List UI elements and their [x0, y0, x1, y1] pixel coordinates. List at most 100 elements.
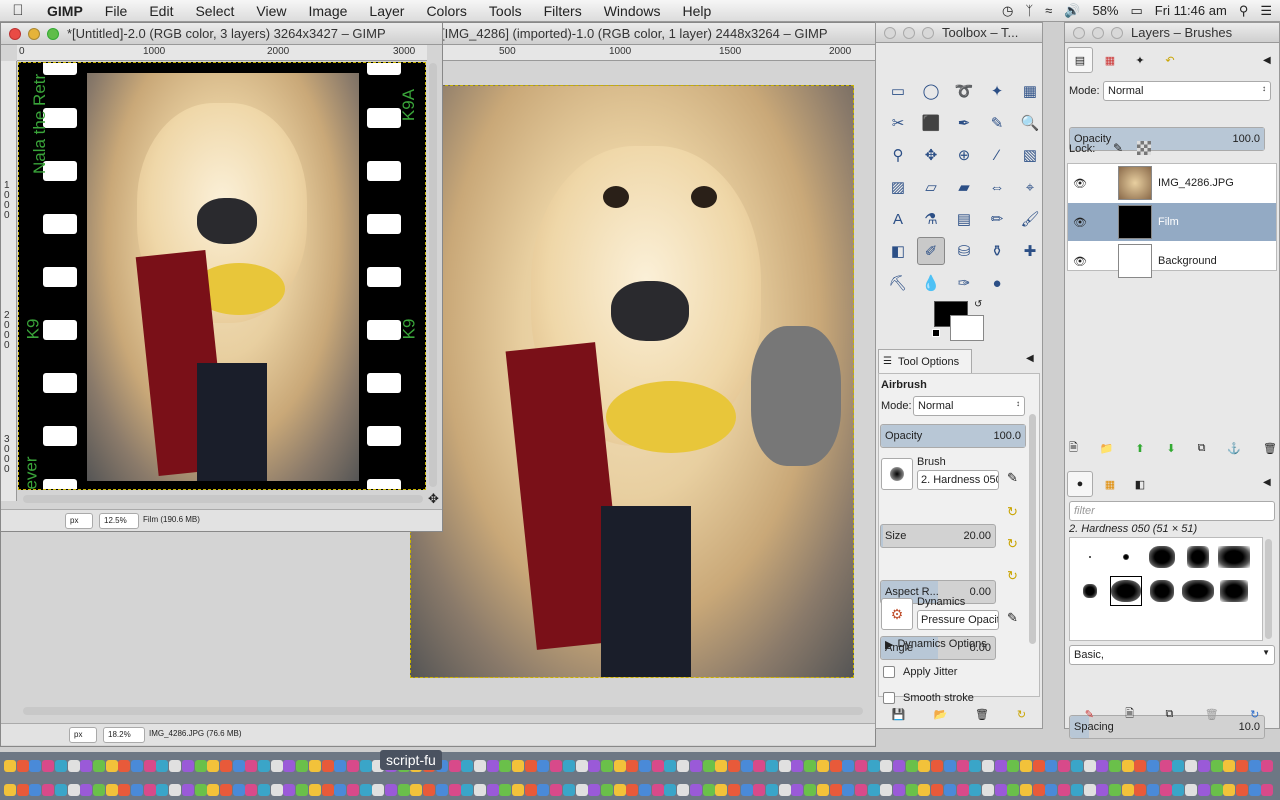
dock-app-icon[interactable] [842, 760, 855, 772]
brush-swatch[interactable] [1146, 542, 1178, 572]
dock-app-icon[interactable] [512, 784, 524, 796]
dock-app-icon[interactable] [524, 760, 537, 772]
dock-app-icon[interactable] [613, 784, 626, 796]
brush-filter-input[interactable]: filter [1069, 501, 1275, 521]
edit-brush-icon[interactable]: ✎ [1007, 470, 1018, 486]
duplicate-layer-icon[interactable]: ⧉ [1198, 442, 1206, 455]
dock-app-icon[interactable] [651, 784, 664, 796]
dock-app-icon[interactable] [664, 784, 677, 796]
dock-app-icon[interactable] [1007, 760, 1020, 772]
tool-button[interactable]: ✥ [917, 141, 945, 169]
tool-button[interactable]: ⬛ [917, 109, 945, 137]
tool-options-scrollbar[interactable] [1029, 414, 1036, 644]
tab-patterns[interactable]: ▦ [1097, 471, 1123, 497]
dock-app-icon[interactable] [219, 784, 232, 796]
dock-app-icon[interactable] [67, 760, 80, 772]
dock-app-icon[interactable] [334, 760, 347, 772]
photo-zoom-select[interactable]: 18.2% [103, 727, 145, 743]
dock-app-icon[interactable] [1147, 760, 1159, 772]
dock-app-icon[interactable] [232, 760, 245, 772]
tool-button[interactable]: 🖌 [1016, 205, 1044, 233]
tool-button[interactable]: ▤ [950, 205, 978, 233]
spotlight-icon[interactable]: ⚲ [1239, 3, 1249, 19]
dock-app-icon[interactable] [92, 784, 105, 796]
raise-layer-icon[interactable]: ⬆ [1135, 442, 1144, 455]
save-options-icon[interactable]: 💾 [892, 708, 906, 721]
dock-app-icon[interactable] [143, 760, 156, 772]
dock-app-icon[interactable] [131, 784, 143, 796]
opacity-slider[interactable]: Opacity 100.0 [880, 424, 1026, 448]
tool-button[interactable]: ✦ [983, 77, 1011, 105]
dock-app-icon[interactable] [143, 784, 156, 796]
dock-app-icon[interactable] [42, 760, 55, 772]
dock-app-icon[interactable] [156, 784, 169, 796]
dock-app-icon[interactable] [435, 784, 448, 796]
dock-app-icon[interactable] [1032, 760, 1045, 772]
dock-app-icon[interactable] [4, 784, 16, 796]
dock-app-icon[interactable] [194, 760, 207, 772]
dock-app-icon[interactable] [867, 760, 880, 772]
dock-app-icon[interactable] [1121, 760, 1134, 772]
dock-app-icon[interactable] [651, 760, 664, 772]
dock-app-icon[interactable] [181, 760, 194, 772]
tool-button[interactable]: ● [983, 269, 1011, 297]
dock-app-icon[interactable] [4, 760, 16, 772]
dock-app-icon[interactable] [905, 760, 918, 772]
dock-app-icon[interactable] [346, 760, 359, 772]
dock-app-icon[interactable] [715, 784, 728, 796]
photo-hscrollbar[interactable] [23, 707, 863, 715]
menu-image[interactable]: Image [297, 3, 358, 19]
dock-app-icon[interactable] [16, 784, 29, 796]
lock-pixels-icon[interactable]: ✎ [1113, 141, 1123, 155]
menu-help[interactable]: Help [672, 3, 723, 19]
dock-app-icon[interactable] [943, 760, 956, 772]
dock-app-icon[interactable] [804, 760, 817, 772]
battery-icon[interactable]: ▭ [1131, 3, 1143, 19]
refresh-brushes-icon[interactable]: ↻ [1250, 708, 1259, 721]
dock-app-icon[interactable] [931, 784, 944, 796]
tool-button[interactable]: ▭ [884, 77, 912, 105]
dock-app-icon[interactable] [893, 760, 905, 772]
brush-grid-scrollbar[interactable] [1265, 539, 1272, 639]
time-machine-icon[interactable]: ◷ [1002, 3, 1013, 19]
dock-app-icon[interactable] [626, 784, 639, 796]
dock-app-icon[interactable] [448, 784, 461, 796]
dock-app-icon[interactable] [423, 784, 436, 796]
dock-app-icon[interactable] [1172, 784, 1185, 796]
photo-unit-select[interactable]: px [69, 727, 97, 743]
tab-undo[interactable]: ↶ [1157, 47, 1183, 73]
dock-app-icon[interactable] [575, 760, 588, 772]
delete-options-icon[interactable]: 🗑 [975, 708, 989, 721]
dock-app-icon[interactable] [16, 760, 29, 772]
layer-row[interactable]: 👁 IMG_4286.JPG [1068, 164, 1276, 202]
dock-app-icon[interactable] [80, 760, 93, 772]
tool-button[interactable]: 💧 [917, 269, 945, 297]
dock-app-icon[interactable] [1058, 784, 1071, 796]
dock-app-icon[interactable] [308, 760, 321, 772]
edit-dynamics-icon[interactable]: ✎ [1007, 610, 1018, 626]
dock-app-icon[interactable] [943, 784, 956, 796]
dock-menu-icon[interactable]: ◀ [1263, 55, 1271, 66]
dock-app-icon[interactable] [842, 784, 855, 796]
dock-app-icon[interactable] [702, 784, 715, 796]
duplicate-brush-icon[interactable]: ⧉ [1166, 708, 1174, 721]
brush-field[interactable]: 2. Hardness 050 [917, 470, 999, 490]
dock-app-icon[interactable] [346, 784, 359, 796]
toolbox-titlebar[interactable]: Toolbox – T... [876, 23, 1042, 43]
dock-app-icon[interactable] [689, 784, 702, 796]
dock-app-icon[interactable] [727, 760, 740, 772]
dock-app-icon[interactable] [600, 784, 613, 796]
dock-app-icon[interactable] [207, 760, 220, 772]
dock-app-icon[interactable] [219, 760, 232, 772]
dock-app-icon[interactable] [118, 784, 131, 796]
dock-app-icon[interactable] [1248, 760, 1261, 772]
dock-app-icon[interactable] [778, 784, 791, 796]
swap-colors-icon[interactable]: ↺ [974, 299, 982, 310]
menu-layer[interactable]: Layer [358, 3, 415, 19]
tab-layers[interactable]: ▤ [1067, 47, 1093, 73]
dock-app-icon[interactable] [816, 784, 829, 796]
dock-app-icon[interactable] [105, 784, 118, 796]
dock-app-icon[interactable] [334, 784, 347, 796]
dock-app-icon[interactable] [29, 760, 42, 772]
tool-button[interactable]: ✎ [983, 109, 1011, 137]
